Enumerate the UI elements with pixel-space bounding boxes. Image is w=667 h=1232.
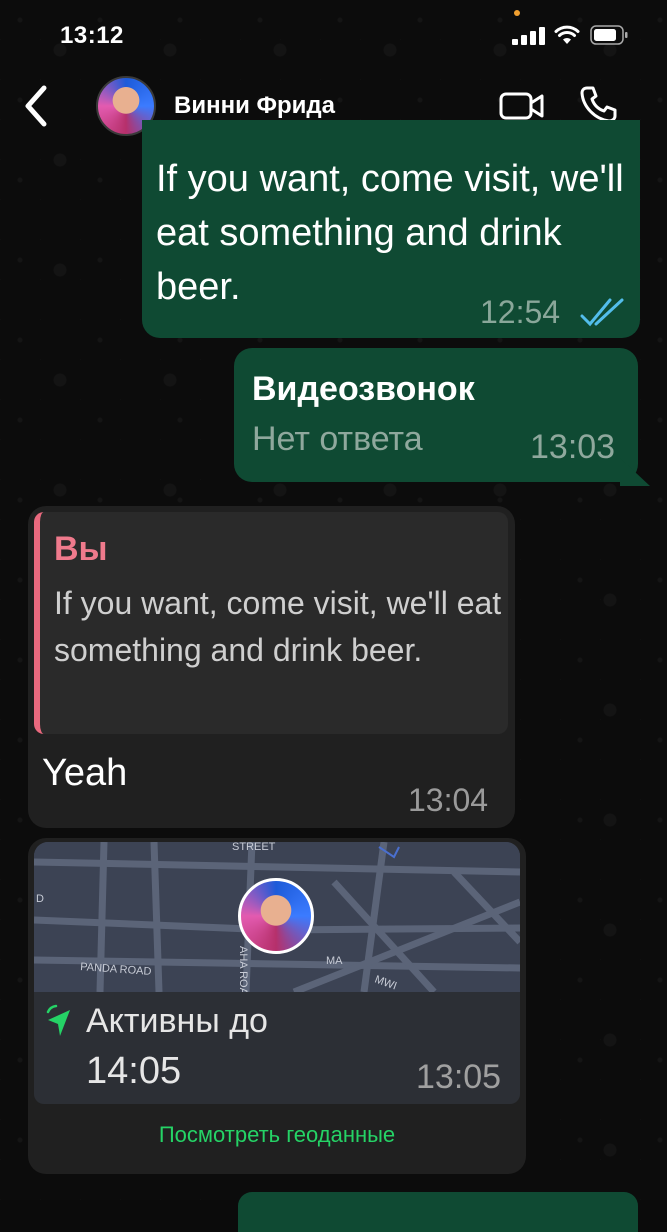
cellular-signal-icon: [512, 27, 546, 45]
message-time: 12:54: [480, 294, 561, 330]
privacy-indicator-dot: [514, 10, 520, 16]
call-title: Видеозвонок: [252, 370, 475, 408]
map-label: STREET: [232, 842, 276, 853]
phone-icon[interactable]: [578, 84, 618, 124]
message-text: Yeah: [42, 752, 128, 794]
live-location-icon: [46, 1004, 70, 1036]
message-time: 13:05: [416, 1058, 502, 1096]
battery-icon: [590, 25, 628, 45]
message-text: If you want, come visit, we'll eat somet…: [156, 158, 624, 308]
live-location-avatar[interactable]: [238, 878, 314, 954]
wifi-icon: [554, 25, 580, 44]
video-camera-icon[interactable]: [498, 88, 546, 124]
status-time: 13:12: [60, 22, 124, 49]
call-status: Нет ответа: [252, 420, 423, 458]
map-label: MA: [326, 955, 343, 967]
message-time: 13:03: [530, 428, 616, 466]
message-time: 13:04: [408, 782, 489, 818]
quote-author: Вы: [54, 530, 108, 568]
live-location-label: Активны до: [86, 1002, 268, 1040]
status-bar: 13:12: [0, 0, 667, 70]
view-location-link[interactable]: Посмотреть геоданные: [0, 1122, 554, 1148]
live-location-until: 14:05: [86, 1050, 182, 1092]
quote-text: If you want, come visit, we'll eat somet…: [54, 585, 502, 668]
back-chevron-icon[interactable]: [18, 82, 58, 130]
contact-name[interactable]: Винни Фрида: [174, 92, 335, 120]
map-label: AHA ROA: [237, 946, 249, 992]
map-label: D: [36, 893, 44, 905]
double-check-icon: [580, 298, 624, 327]
outgoing-message-bubble-partial[interactable]: [238, 1192, 638, 1232]
